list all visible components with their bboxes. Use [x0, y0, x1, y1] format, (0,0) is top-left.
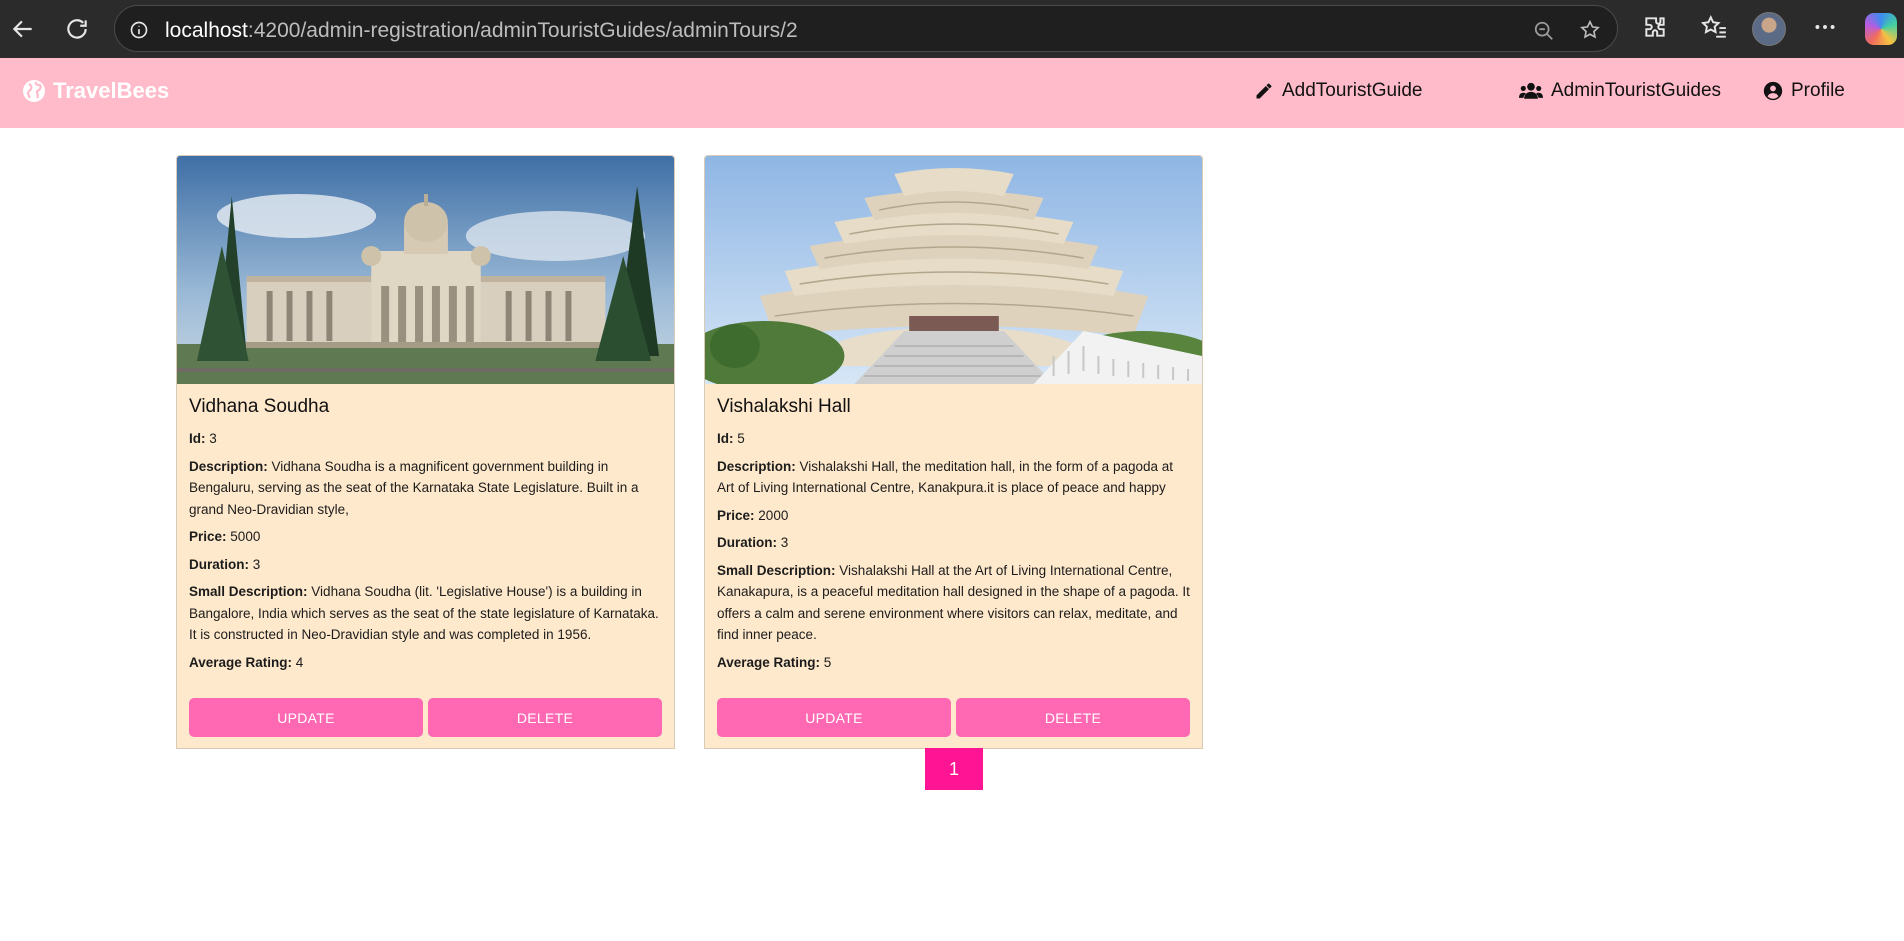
tour-average-rating: Average Rating: 4 — [189, 654, 304, 670]
tour-image — [705, 156, 1202, 384]
reload-icon[interactable] — [62, 14, 92, 44]
copilot-icon[interactable] — [1865, 13, 1897, 45]
nav-link-label: AdminTouristGuides — [1551, 80, 1722, 101]
zoom-out-icon[interactable] — [1533, 20, 1555, 47]
tour-card: Vishalakshi Hall Id: 5 Description: Vish… — [704, 155, 1203, 749]
nav-link-label: Profile — [1791, 80, 1845, 101]
tour-id: Id: 5 — [717, 431, 745, 446]
tour-id: Id: 3 — [189, 431, 217, 446]
nav-admin-tourist-guides[interactable]: AdminTouristGuides — [1519, 80, 1721, 102]
tour-small-description: Small Description: Vidhana Soudha (lit. … — [189, 584, 659, 642]
favorites-icon[interactable] — [1700, 14, 1728, 45]
tour-title: Vidhana Soudha — [189, 396, 330, 417]
pencil-icon — [1256, 83, 1272, 99]
info-icon[interactable] — [129, 20, 149, 45]
user-circle-icon — [1763, 81, 1783, 101]
tour-small-description: Small Description: Vishalakshi Hall at t… — [717, 562, 1190, 643]
delete-button[interactable]: Delete — [956, 698, 1190, 737]
tour-description: Description: Vidhana Soudha is a magnifi… — [189, 458, 639, 517]
tour-description: Description: Vishalakshi Hall, the medit… — [717, 458, 1174, 496]
app-navbar: TravelBees AddTouristGuide AdminTouristG… — [0, 58, 1904, 128]
users-icon — [1519, 82, 1543, 99]
back-icon[interactable] — [8, 14, 38, 44]
url-text[interactable]: localhost:4200/admin-registration/adminT… — [165, 19, 798, 43]
more-icon[interactable] — [1812, 14, 1838, 45]
avatar[interactable] — [1752, 12, 1786, 46]
address-bar[interactable]: localhost:4200/admin-registration/adminT… — [114, 5, 1618, 52]
tour-price: Price: 5000 — [189, 529, 261, 544]
tour-title: Vishalakshi Hall — [717, 396, 851, 417]
browser-toolbar: localhost:4200/admin-registration/adminT… — [0, 0, 1904, 58]
delete-button[interactable]: Delete — [428, 698, 662, 737]
pagination-page-1[interactable]: 1 — [925, 748, 983, 790]
favorite-star-icon[interactable] — [1579, 19, 1601, 46]
nav-profile[interactable]: Profile — [1763, 80, 1845, 102]
tour-average-rating: Average Rating: 5 — [717, 654, 832, 670]
tour-duration: Duration: 3 — [189, 556, 261, 572]
brand-name: TravelBees — [53, 78, 170, 103]
update-button[interactable]: Update — [189, 698, 423, 737]
tour-price: Price: 2000 — [717, 507, 789, 523]
tour-image — [177, 156, 674, 384]
globe-icon — [23, 80, 45, 102]
update-button[interactable]: Update — [717, 698, 951, 737]
extensions-icon[interactable] — [1642, 14, 1668, 45]
brand-logo[interactable]: TravelBees — [22, 78, 169, 104]
nav-link-label: AddTouristGuide — [1282, 80, 1423, 101]
tour-duration: Duration: 3 — [717, 535, 789, 550]
nav-add-tourist-guide[interactable]: AddTouristGuide — [1254, 80, 1422, 102]
tour-card: Vidhana Soudha Id: 3 Description: Vidhan… — [176, 155, 675, 749]
